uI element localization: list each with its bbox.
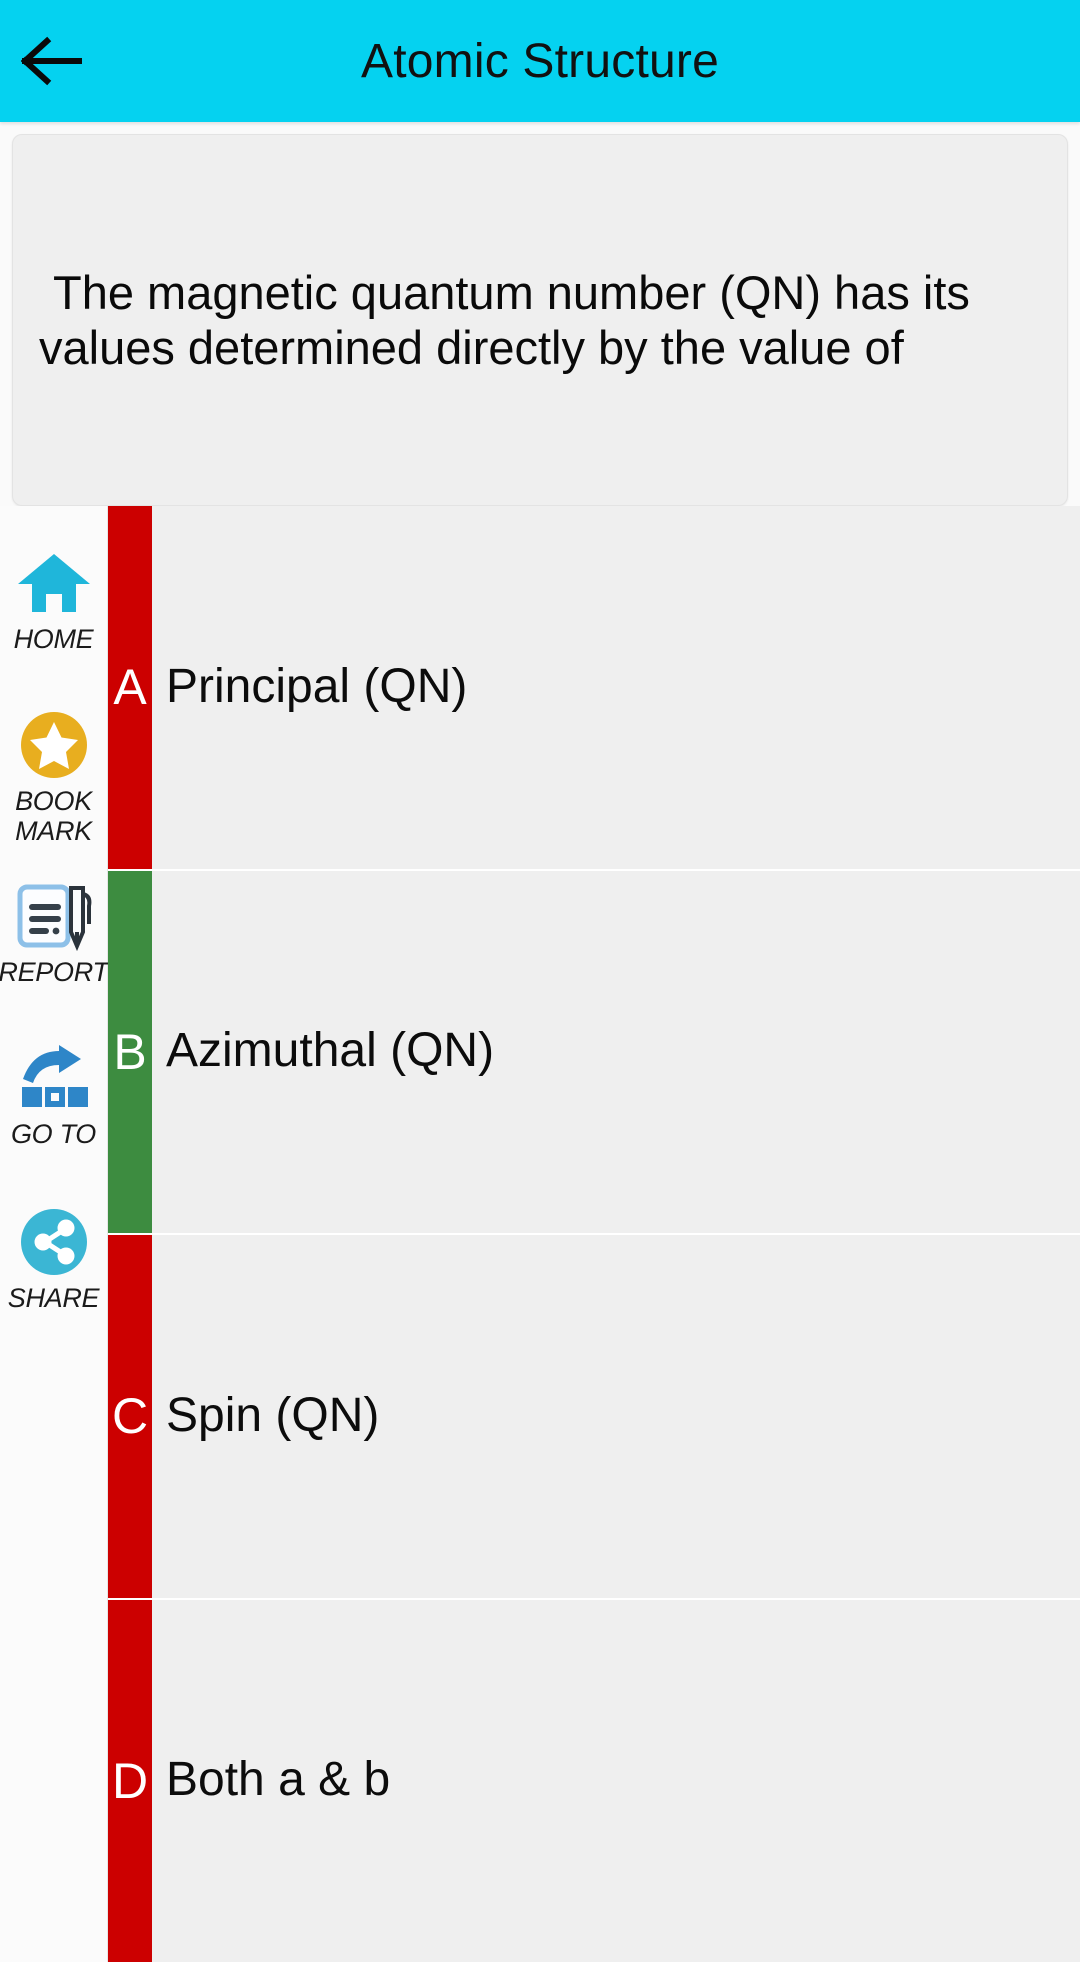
option-letter-badge-b: B	[108, 870, 152, 1233]
question-card-container: The magnetic quantum number (QN) has its…	[0, 122, 1080, 506]
sidebar-item-label-report: REPORT	[0, 956, 109, 987]
goto-arrow-icon	[15, 1043, 93, 1113]
sidebar-item-share[interactable]: SHARE	[0, 1207, 108, 1313]
option-letter-badge-a: A	[108, 506, 152, 869]
option-text-a: Principal (QN)	[166, 659, 468, 713]
option-letter-badge-c: C	[108, 1235, 152, 1598]
sidebar-item-label-home: HOME	[13, 624, 94, 654]
sidebar-item-home[interactable]: HOME	[0, 548, 108, 654]
option-text-b: Azimuthal (QN)	[166, 1024, 495, 1078]
answer-option-d[interactable]: D Both a & b	[108, 1599, 1080, 1962]
home-icon	[16, 548, 92, 618]
back-button[interactable]	[0, 0, 104, 122]
content-row: HOME BOOK MARK REPORT GO TO SHARE A Prin…	[0, 506, 1080, 1962]
arrow-left-icon	[21, 35, 83, 87]
option-text-c: Spin (QN)	[166, 1388, 380, 1442]
document-pen-icon	[15, 881, 93, 951]
page-title: Atomic Structure	[361, 34, 719, 88]
option-letter-badge-d: D	[108, 1599, 152, 1962]
share-circle-icon	[18, 1207, 90, 1277]
answer-option-b[interactable]: B Azimuthal (QN)	[108, 870, 1080, 1235]
sidebar-item-bookmark[interactable]: BOOK MARK	[0, 710, 108, 846]
question-text: The magnetic quantum number (QN) has its…	[39, 265, 970, 374]
sidebar-item-report[interactable]: REPORT	[0, 881, 109, 987]
answer-option-a[interactable]: A Principal (QN)	[108, 506, 1080, 871]
answer-option-c[interactable]: C Spin (QN)	[108, 1235, 1080, 1600]
star-circle-icon	[18, 710, 90, 780]
answer-options-list: A Principal (QN) B Azimuthal (QN) C Spin…	[108, 506, 1080, 1962]
question-card: The magnetic quantum number (QN) has its…	[12, 134, 1068, 506]
sidebar-item-label-bookmark: BOOK MARK	[15, 786, 92, 847]
sidebar-item-goto[interactable]: GO TO	[0, 1043, 108, 1149]
option-text-d: Both a & b	[166, 1753, 391, 1807]
tool-sidebar: HOME BOOK MARK REPORT GO TO SHARE	[0, 506, 109, 1962]
app-header: Atomic Structure	[0, 0, 1080, 122]
sidebar-item-label-goto: GO TO	[10, 1118, 96, 1149]
sidebar-item-label-share: SHARE	[7, 1283, 100, 1314]
